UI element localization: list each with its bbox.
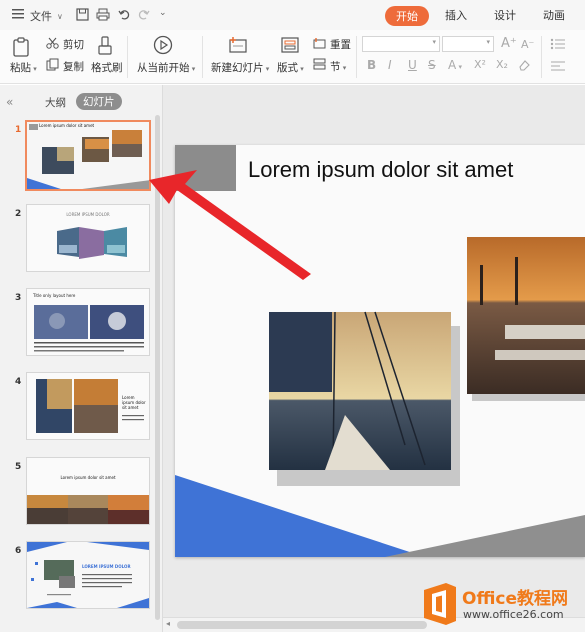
align-left-icon[interactable] (550, 60, 566, 72)
format-painter-button[interactable]: 格式刷 (91, 60, 123, 75)
layout-button[interactable]: 版式 ▾ (277, 60, 304, 75)
tab-design[interactable]: 设计 (494, 7, 516, 23)
scissors-icon (46, 37, 59, 49)
slide-panel: « 大纲 幻灯片 1 Lorem ipsum dolor sit amet 2 … (0, 85, 163, 632)
tab-insert[interactable]: 插入 (445, 7, 467, 23)
strikethrough-button[interactable]: S (428, 58, 436, 72)
save-icon[interactable] (76, 8, 89, 21)
slide-thumbnail-1-preview (27, 122, 149, 189)
chevron-down-icon: ▾ (486, 38, 490, 46)
slide-thumbnail-5[interactable]: Lorem ipsum dolor sit amet (26, 457, 150, 525)
tab-slides[interactable]: 幻灯片 (76, 93, 122, 110)
watermark-url: www.office26.com (463, 608, 564, 621)
font-color-label: A (448, 58, 457, 72)
slide-thumbnail-5-preview (27, 495, 149, 524)
slide-thumbnail-title: Lorem ipsum dolor sit amet (122, 395, 146, 410)
slide-number: 1 (15, 125, 22, 135)
slide-number: 5 (15, 462, 22, 472)
slide-thumbnail-6[interactable]: LOREM IPSUM DOLOR (26, 541, 150, 609)
eraser-icon[interactable] (518, 59, 531, 71)
layout-icon (281, 37, 299, 53)
slide-number: 2 (15, 209, 22, 219)
slide-thumbnail-2-preview (57, 227, 127, 259)
slide-editor: Lorem ipsum dolor sit amet (149, 85, 585, 632)
file-menu[interactable]: 文件 ∨ (30, 8, 63, 24)
horizontal-scrollbar-thumb[interactable] (177, 621, 427, 629)
slide-thumbnail-title: LOREM IPSUM DOLOR (82, 564, 131, 569)
cut-button[interactable]: 剪切 (63, 37, 84, 52)
red-arrow-annotation (149, 170, 311, 280)
new-slide-button[interactable]: 新建幻灯片 ▾ (211, 60, 269, 75)
print-icon[interactable] (96, 8, 110, 21)
menu-button[interactable] (12, 9, 24, 19)
paste-label: 粘贴 (10, 62, 31, 74)
slide-thumbnail-6-preview (27, 542, 149, 608)
section-button[interactable]: 节 ▾ (330, 59, 346, 74)
superscript-button[interactable]: X² (474, 58, 486, 71)
collapse-panel-icon[interactable]: « (6, 95, 13, 109)
slide-thumbnail-3-preview (34, 305, 144, 352)
ribbon-toolbar: 粘贴 ▾ 剪切 复制 格式刷 从当前开始 ▾ 新建幻灯片 ▾ 版式 ▾ 重置 节… (0, 30, 585, 84)
slide-thumbnail-3[interactable]: Title only layout here (26, 288, 150, 356)
file-menu-label: 文件 (30, 10, 52, 23)
slide-thumbnail-2[interactable]: LOREM IPSUM DOLOR (26, 204, 150, 272)
chevron-down-icon: ▾ (432, 38, 436, 46)
font-name-select[interactable]: ▾ (362, 36, 440, 52)
subscript-button[interactable]: X₂ (496, 58, 508, 71)
tab-animation[interactable]: 动画 (543, 7, 565, 23)
format-painter-icon (98, 36, 112, 55)
watermark: Office教程网 www.office26.com (420, 580, 585, 630)
play-circle-icon (153, 35, 173, 55)
hamburger-menu-icon (12, 9, 24, 19)
layout-label: 版式 (277, 62, 298, 74)
title-bar: 文件 ∨ ⌄ 开始 插入 设计 动画 (0, 0, 585, 30)
undo-icon[interactable] (118, 8, 130, 20)
bold-button[interactable]: B (367, 58, 376, 72)
reset-button[interactable]: 重置 (330, 37, 351, 52)
tab-outline[interactable]: 大纲 (45, 95, 66, 110)
redo-icon[interactable] (138, 8, 150, 20)
new-slide-icon (229, 37, 247, 53)
slide-number: 6 (15, 546, 22, 556)
paste-icon[interactable] (12, 37, 30, 57)
copy-icon (46, 58, 59, 71)
office-logo-icon (424, 583, 456, 625)
panel-tabs: « 大纲 幻灯片 (0, 93, 163, 113)
font-shrink-button[interactable]: A⁻ (521, 38, 534, 51)
slide-number: 4 (15, 377, 22, 387)
slide-thumbnail-4[interactable]: Lorem ipsum dolor sit amet (26, 372, 150, 440)
bullet-list-icon[interactable] (550, 38, 566, 50)
paste-button[interactable]: 粘贴 ▾ (10, 60, 37, 75)
reset-icon (313, 38, 326, 49)
underline-button[interactable]: U (408, 58, 417, 72)
tab-home[interactable]: 开始 (385, 6, 429, 26)
section-icon (313, 58, 326, 70)
copy-button[interactable]: 复制 (63, 59, 84, 74)
section-label: 节 (330, 61, 341, 73)
slide-thumbnail-1[interactable]: Lorem ipsum dolor sit amet (25, 120, 151, 191)
new-slide-label: 新建幻灯片 (211, 62, 264, 74)
font-size-select[interactable]: ▾ (442, 36, 494, 52)
customize-toolbar-icon[interactable]: ⌄ (159, 8, 167, 18)
chevron-down-icon: ∨ (57, 11, 63, 21)
font-grow-button[interactable]: A⁺ (501, 36, 517, 51)
italic-button[interactable]: I (388, 58, 392, 72)
play-from-current-label: 从当前开始 (137, 62, 190, 74)
watermark-brand: Office教程网 (462, 589, 569, 609)
play-from-current-button[interactable]: 从当前开始 ▾ (137, 60, 195, 75)
slide-thumbnail-title: Lorem ipsum dolor sit amet (39, 123, 95, 128)
slide-number: 3 (15, 293, 22, 303)
font-color-button[interactable]: A ▾ (448, 58, 462, 72)
scroll-left-icon[interactable]: ◂ (166, 619, 170, 628)
